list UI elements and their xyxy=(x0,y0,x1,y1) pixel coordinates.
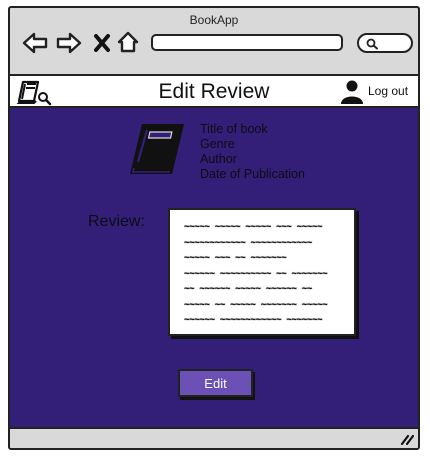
window-title: BookApp xyxy=(189,13,239,27)
review-text: ~~~~~ ~~~~~ ~~~~~ ~~~ ~~~~~ ~~~~~~~~~~~~… xyxy=(184,222,328,325)
search-icon xyxy=(366,38,378,50)
review-textarea[interactable]: ~~~~~ ~~~~~ ~~~~~ ~~~ ~~~~~ ~~~~~~~~~~~~… xyxy=(168,208,356,336)
edit-button[interactable]: Edit xyxy=(178,369,253,397)
status-bar xyxy=(10,427,418,448)
close-icon[interactable] xyxy=(94,34,110,57)
logout-link[interactable]: Log out xyxy=(368,84,408,98)
forward-arrow-icon[interactable] xyxy=(56,32,82,59)
book-publication-date: Date of Publication xyxy=(200,167,305,181)
book-genre: Genre xyxy=(200,137,235,151)
resize-grip-icon[interactable] xyxy=(400,432,415,448)
edit-review-panel: Title of book Genre Author Date of Publi… xyxy=(10,108,418,427)
book-icon xyxy=(128,122,186,183)
browser-search-field[interactable] xyxy=(357,33,413,53)
user-icon[interactable] xyxy=(340,79,364,110)
browser-window: BookApp Edit Review Log out Title of boo… xyxy=(8,6,420,450)
back-arrow-icon[interactable] xyxy=(22,32,48,59)
book-author: Author xyxy=(200,152,237,166)
home-icon[interactable] xyxy=(117,31,139,58)
app-header: Edit Review Log out xyxy=(10,74,418,108)
address-bar[interactable] xyxy=(151,34,343,51)
review-label: Review: xyxy=(88,213,145,230)
book-details: Title of book Genre Author Date of Publi… xyxy=(200,122,305,182)
book-title: Title of book xyxy=(200,122,268,136)
